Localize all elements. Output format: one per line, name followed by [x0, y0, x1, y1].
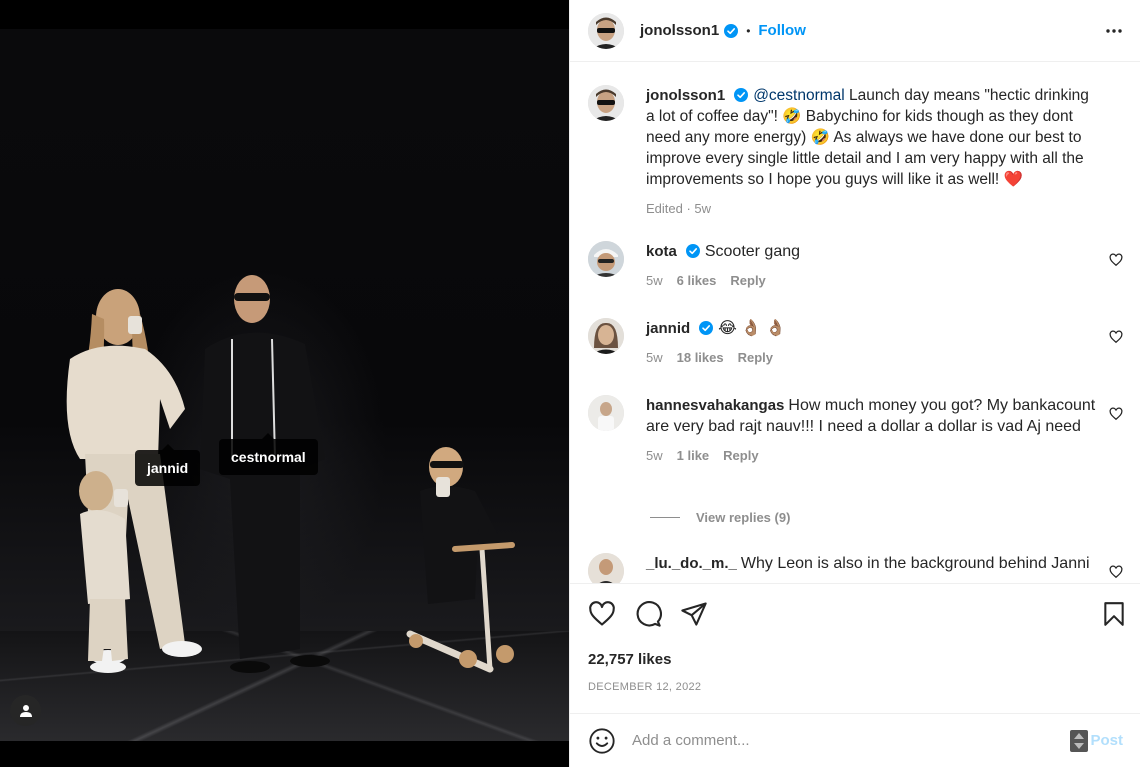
avatar-photo [588, 241, 624, 277]
comment-item: jannid 😂 👌🏽 👌🏽 5w 18 likes Reply [588, 318, 1123, 368]
verified-badge-icon [734, 88, 749, 102]
verified-badge-icon [685, 244, 700, 258]
avatar-photo [588, 85, 624, 121]
view-replies-label: View replies (9) [696, 510, 791, 525]
like-comment-heart-icon[interactable] [1109, 565, 1123, 579]
comment-item: _lu._do._m._ Why Leon is also in the back… [588, 553, 1123, 583]
commenter-avatar[interactable] [588, 318, 624, 354]
follow-button[interactable]: Follow [758, 22, 806, 39]
view-replies-line [650, 517, 680, 518]
avatar-photo [588, 553, 624, 583]
post-comment-button[interactable]: Post [1070, 729, 1123, 752]
comment-likes[interactable]: 1 like [677, 445, 710, 466]
verified-badge-icon [724, 23, 739, 38]
caption-mention[interactable]: @cestnormal [753, 87, 845, 104]
share-paper-plane-icon[interactable] [680, 600, 708, 628]
commenter-avatar[interactable] [588, 553, 624, 583]
post-details-panel: jonolsson1 • Follow jonolsson1 @cestnorm… [569, 0, 1140, 767]
photo-figures [66, 275, 515, 673]
comment-likes[interactable]: 6 likes [677, 270, 717, 291]
avatar-photo [588, 395, 624, 431]
avatar-photo [588, 318, 624, 354]
post-media[interactable]: jannid cestnormal [0, 0, 569, 767]
author-avatar[interactable] [588, 12, 624, 49]
emoji-smiley-icon[interactable] [588, 727, 616, 755]
post-header: jonolsson1 • Follow [570, 0, 1140, 62]
like-comment-heart-icon[interactable] [1109, 330, 1123, 344]
separator-dot: • [746, 23, 751, 38]
like-heart-icon[interactable] [588, 600, 616, 628]
comment-meta: 5w 18 likes Reply [646, 347, 1097, 368]
author-username[interactable]: jonolsson1 [640, 22, 719, 39]
user-icon [19, 704, 32, 717]
user-tag-jannid[interactable]: jannid [135, 444, 201, 486]
tagged-users-button[interactable] [10, 695, 41, 726]
caption-meta: Edited · 5w [646, 201, 712, 216]
add-comment-bar: Post [570, 713, 1140, 767]
comment-body: kota Scooter gang 5w 6 likes Reply [646, 241, 1123, 291]
post-actions: 22,757 likes DECEMBER 12, 2022 [570, 583, 1140, 713]
post-photo[interactable]: jannid cestnormal [0, 29, 569, 741]
post-label: Post [1090, 732, 1123, 749]
comment-text: 😂 👌🏽 👌🏽 [718, 320, 786, 337]
view-replies-button[interactable]: View replies (9) [650, 510, 790, 525]
comment-item: kota Scooter gang 5w 6 likes Reply [588, 241, 1123, 291]
verified-badge-icon [699, 321, 714, 335]
comment-bubble-icon[interactable] [634, 600, 662, 628]
like-count[interactable]: 22,757 likes [588, 651, 671, 668]
resize-handle-icon [1070, 729, 1089, 752]
post-date[interactable]: DECEMBER 12, 2022 [588, 681, 701, 693]
like-comment-heart-icon[interactable] [1109, 407, 1123, 421]
commenter-avatar[interactable] [588, 241, 624, 277]
reply-button[interactable]: Reply [738, 347, 773, 368]
avatar-photo [588, 12, 624, 49]
comment-meta: 5w 1 like Reply [646, 445, 1097, 466]
reply-button[interactable]: Reply [723, 445, 758, 466]
commenter-username[interactable]: kota [646, 243, 677, 260]
commenter-avatar[interactable] [588, 395, 624, 431]
comment-likes[interactable]: 18 likes [677, 347, 724, 368]
more-options-icon[interactable] [1105, 22, 1123, 40]
reply-button[interactable]: Reply [730, 270, 765, 291]
comment-body: hannesvahakangas How much money you got? … [646, 395, 1123, 466]
comment-time[interactable]: 5w [646, 347, 663, 368]
comment-meta: 5w 6 likes Reply [646, 270, 1097, 291]
commenter-username[interactable]: _lu._do._m._ [646, 555, 737, 572]
like-comment-heart-icon[interactable] [1109, 253, 1123, 267]
save-bookmark-icon[interactable] [1101, 600, 1127, 628]
comments-list[interactable]: jonolsson1 @cestnormal Launch day means "… [570, 63, 1140, 583]
commenter-username[interactable]: jannid [646, 320, 690, 337]
caption-body: jonolsson1 @cestnormal Launch day means "… [646, 85, 1123, 219]
comment-text: Why Leon is also in the background behin… [740, 555, 1090, 572]
comment-time[interactable]: 5w [646, 270, 663, 291]
caption-row: jonolsson1 @cestnormal Launch day means "… [588, 85, 1123, 219]
caption-text: jonolsson1 @cestnormal Launch day means "… [646, 85, 1097, 190]
caption-username[interactable]: jonolsson1 [646, 87, 725, 104]
comment-item: hannesvahakangas How much money you got? … [588, 395, 1123, 466]
comment-text: Scooter gang [704, 243, 801, 260]
user-tag-cestnormal[interactable]: cestnormal [219, 433, 318, 475]
comment-body: jannid 😂 👌🏽 👌🏽 5w 18 likes Reply [646, 318, 1123, 368]
comment-body: _lu._do._m._ Why Leon is also in the back… [646, 553, 1123, 583]
caption-avatar[interactable] [588, 85, 624, 121]
comment-time[interactable]: 5w [646, 445, 663, 466]
commenter-username[interactable]: hannesvahakangas [646, 397, 784, 414]
comment-input[interactable] [632, 732, 1071, 749]
